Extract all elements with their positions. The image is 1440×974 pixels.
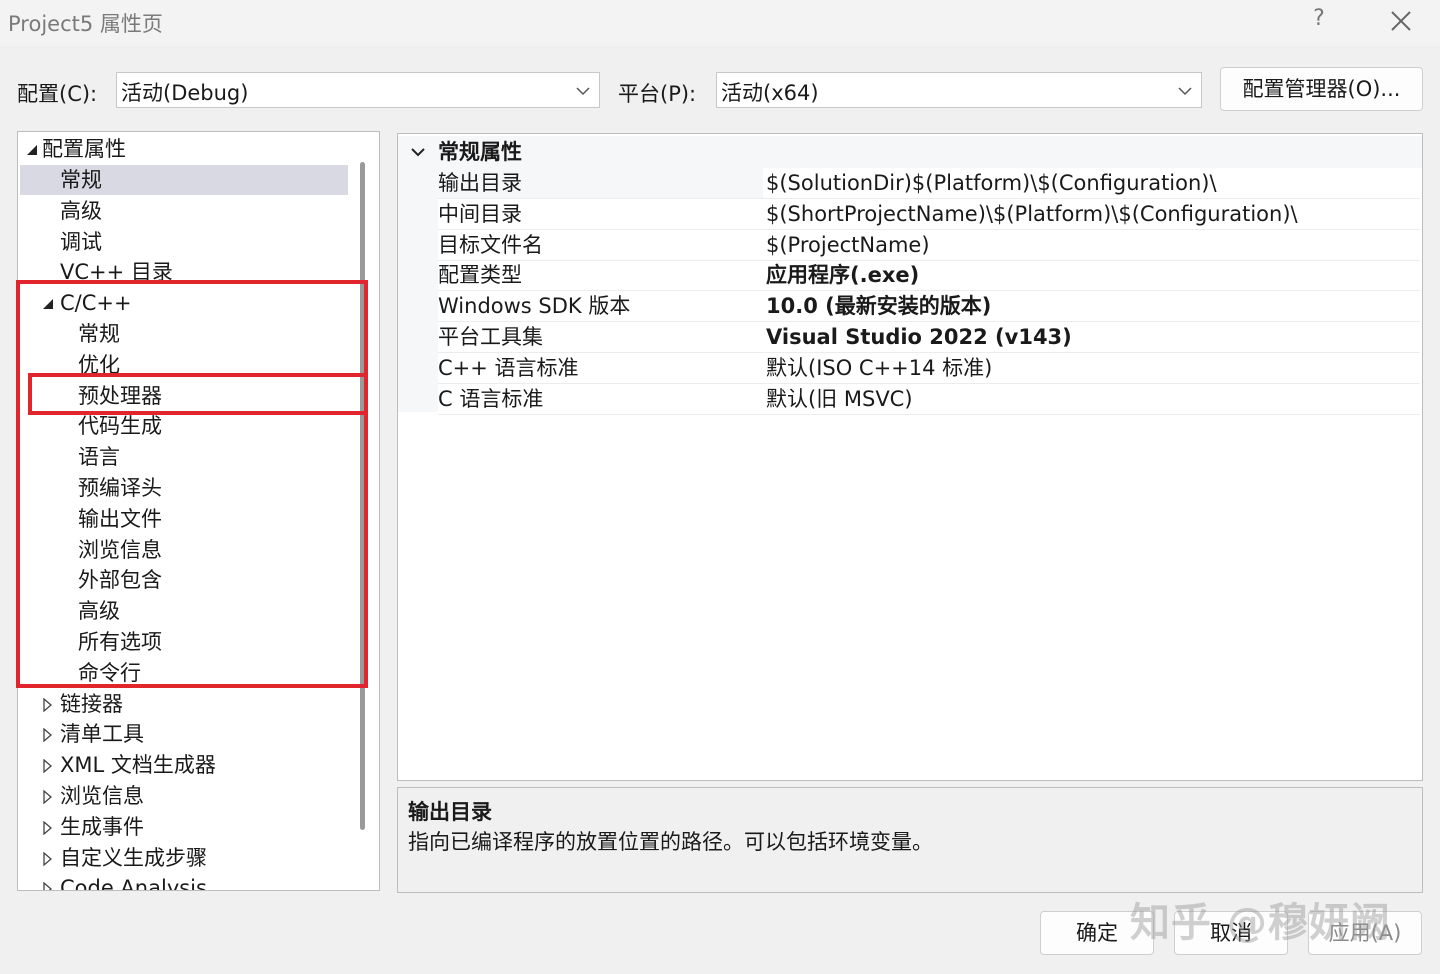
highlight-box-cpp [16, 280, 368, 688]
tree-item[interactable]: 链接器 [20, 689, 348, 719]
description-text: 指向已编译程序的放置位置的路径。可以包括环境变量。 [408, 830, 933, 854]
property-row[interactable]: 平台工具集 Visual Studio 2022 (v143) [438, 322, 1420, 353]
property-row[interactable]: 输出目录 $(SolutionDir)$(Platform)\$(Configur… [438, 168, 1420, 199]
tree-item[interactable]: 生成事件 [20, 812, 348, 842]
config-manager-button[interactable]: 配置管理器(O)... [1220, 67, 1423, 111]
tree-item-label: 自定义生成步骤 [60, 845, 207, 870]
property-row[interactable]: 目标文件名 $(ProjectName) [438, 230, 1420, 261]
close-icon[interactable] [1384, 4, 1418, 38]
tree-item-label: 链接器 [60, 691, 123, 716]
collapsed-triangle-icon[interactable] [42, 697, 54, 712]
property-grid: 常规属性 输出目录 $(SolutionDir)$(Platform)\$(Con… [397, 133, 1423, 781]
property-name: 配置类型 [438, 263, 522, 288]
tree-item-label: 常规 [60, 168, 102, 192]
title-bar: Project5 属性页 ? [0, 0, 1440, 46]
platform-dropdown-value: 活动(x64) [721, 81, 819, 105]
tree-item[interactable]: 调试 [20, 227, 348, 257]
grid-gutter [398, 168, 438, 412]
property-value[interactable]: $(ProjectName) [766, 230, 930, 260]
property-value[interactable]: $(SolutionDir)$(Platform)\$(Configuratio… [766, 168, 1217, 198]
description-panel: 输出目录 指向已编译程序的放置位置的路径。可以包括环境变量。 [397, 787, 1423, 893]
tree-item[interactable]: 浏览信息 [20, 781, 348, 811]
property-value[interactable]: 默认(ISO C++14 标准) [766, 353, 992, 383]
config-label: 配置(C): [17, 82, 98, 106]
tree-root[interactable]: 配置属性 [20, 134, 348, 164]
tree-item[interactable]: 高级 [20, 196, 348, 226]
collapsed-triangle-icon[interactable] [42, 790, 54, 804]
highlight-box-preprocessor [28, 373, 368, 415]
tree-item[interactable]: XML 文档生成器 [20, 750, 348, 780]
property-value[interactable]: Visual Studio 2022 (v143) [766, 322, 1072, 352]
tree-item[interactable]: Code Analysis [20, 873, 348, 891]
help-button[interactable]: ? [1306, 6, 1332, 36]
property-name: 目标文件名 [438, 232, 543, 257]
config-dropdown[interactable]: 活动(Debug) [116, 72, 600, 108]
property-name: 输出目录 [438, 168, 763, 198]
property-row[interactable]: 配置类型 应用程序(.exe) [438, 260, 1420, 292]
description-title: 输出目录 [408, 800, 492, 824]
tree-item-label: 调试 [60, 229, 102, 254]
property-name: Windows SDK 版本 [438, 294, 631, 319]
collapsed-triangle-icon[interactable] [42, 759, 54, 774]
tree-item-label: 高级 [60, 198, 102, 223]
property-row[interactable]: 中间目录 $(ShortProjectName)\$(Platform)\$(Co… [438, 199, 1420, 230]
cancel-button[interactable]: 取消 [1174, 911, 1288, 955]
tree-item[interactable]: 自定义生成步骤 [20, 843, 348, 873]
property-name: 平台工具集 [438, 325, 543, 349]
ok-button[interactable]: 确定 [1040, 911, 1154, 955]
chevron-down-icon [411, 148, 425, 157]
chevron-down-icon [576, 87, 590, 96]
property-name: 中间目录 [438, 201, 522, 226]
property-name: C++ 语言标准 [438, 355, 579, 380]
tree-item-label: 清单工具 [60, 722, 144, 747]
tree-item-label: 生成事件 [60, 814, 144, 839]
platform-dropdown[interactable]: 活动(x64) [716, 72, 1202, 108]
property-row[interactable]: Windows SDK 版本 10.0 (最新安装的版本) [438, 291, 1420, 323]
property-value[interactable]: 应用程序(.exe) [766, 260, 919, 290]
expanded-triangle-icon [27, 145, 37, 155]
collapsed-triangle-icon[interactable] [42, 882, 54, 891]
property-row[interactable]: C++ 语言标准 默认(ISO C++14 标准) [438, 353, 1420, 384]
tree-item-label: XML 文档生成器 [60, 753, 216, 778]
tree-item-label: 浏览信息 [60, 784, 144, 808]
config-dropdown-value: 活动(Debug) [121, 81, 249, 105]
tree-item[interactable]: 清单工具 [20, 719, 348, 749]
section-title: 常规属性 [438, 140, 522, 164]
apply-button[interactable]: 应用(A) [1308, 911, 1422, 955]
tree-item[interactable]: 常规 [20, 165, 348, 195]
property-row[interactable]: C 语言标准 默认(旧 MSVC) [438, 384, 1420, 415]
platform-label: 平台(P): [618, 82, 697, 106]
window-title: Project5 属性页 [8, 12, 163, 36]
collapsed-triangle-icon[interactable] [42, 820, 54, 835]
section-header[interactable]: 常规属性 [398, 136, 1422, 168]
tree-item-label: Code Analysis [60, 876, 207, 891]
property-value[interactable]: 10.0 (最新安装的版本) [766, 291, 991, 321]
chevron-down-icon [1178, 87, 1192, 96]
tree-root-label: 配置属性 [42, 137, 126, 161]
collapsed-triangle-icon[interactable] [42, 728, 54, 743]
property-value[interactable]: $(ShortProjectName)\$(Platform)\$(Config… [766, 199, 1298, 229]
property-value[interactable]: 默认(旧 MSVC) [766, 384, 913, 414]
collapsed-triangle-icon[interactable] [42, 851, 54, 866]
property-name: C 语言标准 [438, 386, 544, 411]
